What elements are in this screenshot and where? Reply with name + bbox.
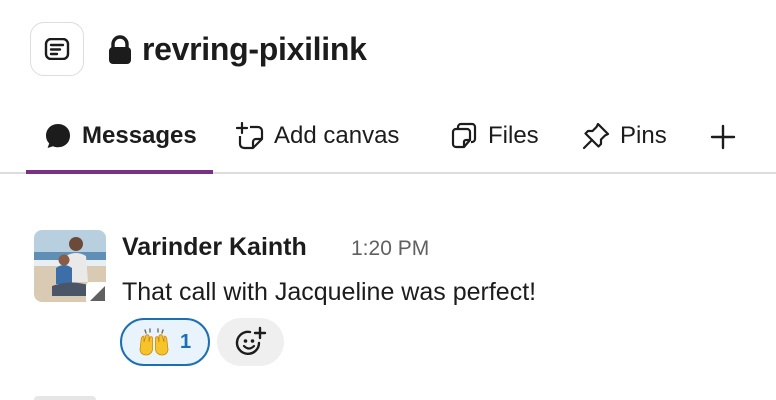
channel-tabs: Messages Add canvas Files Pins [0, 100, 776, 174]
tab-add-canvas[interactable]: Add canvas [236, 100, 399, 172]
message-item[interactable]: Varinder Kainth 1:20 PM That call with J… [0, 220, 776, 380]
channel-header: revring-pixilink [0, 0, 776, 96]
plus-icon [710, 124, 736, 150]
tab-label: Add canvas [274, 122, 400, 149]
sidebar-menu-icon [44, 38, 70, 60]
message-sender[interactable]: Varinder Kainth [122, 230, 307, 264]
presence-status-icon [86, 282, 108, 304]
tab-label: Messages [82, 122, 197, 149]
raised-hands-icon [138, 328, 170, 356]
add-reaction-button[interactable] [217, 318, 284, 366]
channel-name[interactable]: revring-pixilink [142, 27, 367, 71]
tab-label: Files [488, 122, 539, 149]
add-emoji-icon [235, 326, 266, 355]
add-tab-button[interactable] [708, 122, 738, 152]
tab-pins[interactable]: Pins [582, 100, 667, 172]
sidebar-toggle-button[interactable] [30, 22, 84, 76]
add-canvas-icon [236, 122, 264, 150]
reaction-pill[interactable]: 1 [120, 318, 210, 366]
files-icon [450, 122, 478, 150]
next-message-avatar [34, 396, 96, 400]
tab-messages[interactable]: Messages [26, 100, 213, 174]
reaction-count: 1 [180, 330, 192, 353]
pin-icon [582, 122, 610, 150]
lock-icon [109, 35, 131, 64]
tab-files[interactable]: Files [450, 100, 539, 172]
tab-label: Pins [620, 122, 667, 149]
message-text: That call with Jacqueline was perfect! [122, 278, 537, 306]
message-timestamp[interactable]: 1:20 PM [351, 235, 429, 263]
message-bubble-icon [44, 122, 72, 150]
